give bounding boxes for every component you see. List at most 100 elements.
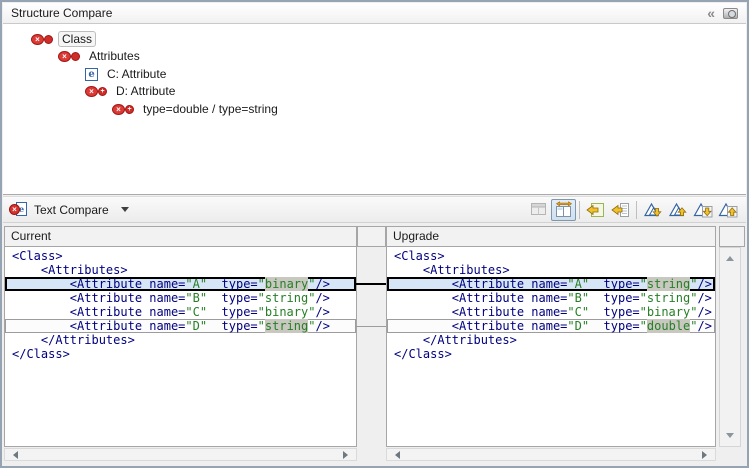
text-compare-toolbar xyxy=(526,199,740,221)
code-line: <Class> xyxy=(5,249,356,263)
code-pane[interactable]: <Class> <Attributes> <Attribute name="A"… xyxy=(386,247,716,447)
code-line: <Attribute name="C" type="binary"/> xyxy=(387,305,715,319)
code-segment: </Class> xyxy=(12,347,70,361)
tree-item[interactable]: Attributes xyxy=(58,48,144,64)
code-line: <Attributes> xyxy=(387,263,715,277)
left-pane-header: Current xyxy=(4,226,357,247)
scroll-left-icon[interactable] xyxy=(9,451,18,459)
camera-icon[interactable] xyxy=(723,8,738,19)
tree-item-label: D: Attribute xyxy=(112,83,179,99)
code-line: </Class> xyxy=(5,347,356,361)
change-icon xyxy=(85,85,107,98)
previous-change-button[interactable] xyxy=(715,199,740,221)
gutter-header xyxy=(357,226,386,247)
code-segment: </Class> xyxy=(394,347,452,361)
tree-item-label: type=double / type=string xyxy=(139,101,282,117)
code-line: <Attributes> xyxy=(5,263,356,277)
code-segment: "string" xyxy=(258,291,316,305)
diff-connector[interactable] xyxy=(356,326,387,327)
side-by-side-layout-button[interactable] xyxy=(551,199,576,221)
code-segment: "D" xyxy=(567,319,589,333)
scroll-right-icon[interactable] xyxy=(343,451,352,459)
code-line: <Attribute name="C" type="binary"/> xyxy=(5,305,356,319)
tree-item[interactable]: C: Attribute xyxy=(85,66,170,82)
tree-item[interactable]: Class xyxy=(31,31,96,47)
diff-highlight: double xyxy=(647,319,690,333)
code-segment: type= xyxy=(207,277,258,291)
code-segment: type= xyxy=(207,305,258,319)
two-pane-layout-button[interactable] xyxy=(526,199,551,221)
compare-editor-window: Structure Compare « ClassAttributes C: At… xyxy=(0,0,749,468)
code-pane[interactable]: <Class> <Attributes> <Attribute name="A"… xyxy=(4,247,357,447)
structure-tree[interactable]: ClassAttributes C: AttributeD: Attribute t… xyxy=(3,24,746,195)
copy-all-right-to-left-button[interactable] xyxy=(583,199,608,221)
next-change-button[interactable] xyxy=(690,199,715,221)
code-line: <Attribute name="A" type="string"/> xyxy=(387,277,715,291)
code-segment: "B" xyxy=(185,291,207,305)
code-line: </Attributes> xyxy=(387,333,715,347)
code-segment: /> xyxy=(697,277,711,291)
code-segment: "C" xyxy=(185,305,207,319)
horizontal-scrollbar-left[interactable] xyxy=(4,448,357,461)
tree-item[interactable]: type=double / type=string xyxy=(112,101,282,117)
structure-compare-title: Structure Compare xyxy=(11,6,707,20)
diff-connector-selected[interactable] xyxy=(356,283,387,285)
tree-item-label: Attributes xyxy=(85,48,144,64)
scroll-down-icon[interactable] xyxy=(726,433,734,442)
code-segment: <Class> xyxy=(394,249,445,263)
code-segment: /> xyxy=(315,319,329,333)
code-segment: /> xyxy=(697,319,711,333)
code-segment: "string" xyxy=(640,291,698,305)
code-segment: <Class> xyxy=(12,249,63,263)
code-segment: " xyxy=(640,277,647,291)
code-segment: type= xyxy=(589,319,640,333)
vertical-scrollbar[interactable] xyxy=(719,247,741,447)
diff-gutter xyxy=(357,247,386,447)
chevron-down-icon[interactable] xyxy=(121,207,129,216)
horizontal-scrollbar-right[interactable] xyxy=(386,448,716,461)
code-line: <Attribute name="D" type="double"/> xyxy=(387,319,715,333)
text-compare-icon xyxy=(9,201,27,218)
code-segment: </Attributes> xyxy=(12,333,135,347)
diff-highlight: string xyxy=(265,319,308,333)
tree-item[interactable]: D: Attribute xyxy=(85,83,179,99)
change-icon xyxy=(58,50,80,63)
code-segment: <Attribute name= xyxy=(12,305,185,319)
previous-difference-button[interactable] xyxy=(665,199,690,221)
code-segment: /> xyxy=(315,291,329,305)
copy-current-right-to-left-button[interactable] xyxy=(608,199,633,221)
change-icon xyxy=(112,103,134,116)
code-segment: type= xyxy=(207,319,258,333)
code-line: </Class> xyxy=(387,347,715,361)
scroll-right-icon[interactable] xyxy=(702,451,711,459)
code-segment: "A" xyxy=(185,277,207,291)
code-segment: " xyxy=(640,319,647,333)
code-segment: "B" xyxy=(567,291,589,305)
text-compare-header: Text Compare xyxy=(3,196,746,223)
change-icon xyxy=(31,33,53,46)
scroll-left-icon[interactable] xyxy=(391,451,400,459)
collapse-icon[interactable]: « xyxy=(707,7,713,19)
code-segment: <Attribute name= xyxy=(394,277,567,291)
code-segment: /> xyxy=(697,291,711,305)
code-segment: "D" xyxy=(185,319,207,333)
text-compare-title: Text Compare xyxy=(34,203,109,217)
code-segment: </Attributes> xyxy=(394,333,517,347)
code-segment: <Attribute name= xyxy=(12,277,185,291)
code-line: </Attributes> xyxy=(5,333,356,347)
code-segment: "A" xyxy=(567,277,589,291)
code-line: <Class> xyxy=(387,249,715,263)
next-difference-button[interactable] xyxy=(640,199,665,221)
diff-highlight: string xyxy=(647,277,690,291)
code-segment: <Attribute name= xyxy=(12,291,185,305)
tree-item-label: C: Attribute xyxy=(103,66,170,82)
code-segment: <Attributes> xyxy=(12,263,128,277)
right-pane-header: Upgrade xyxy=(386,226,716,247)
toolbar-separator xyxy=(579,201,580,219)
code-segment: type= xyxy=(589,291,640,305)
code-segment: "C" xyxy=(567,305,589,319)
code-segment: /> xyxy=(315,305,329,319)
code-segment: type= xyxy=(589,277,640,291)
code-segment: "binary" xyxy=(258,305,316,319)
scroll-up-icon[interactable] xyxy=(726,252,734,261)
